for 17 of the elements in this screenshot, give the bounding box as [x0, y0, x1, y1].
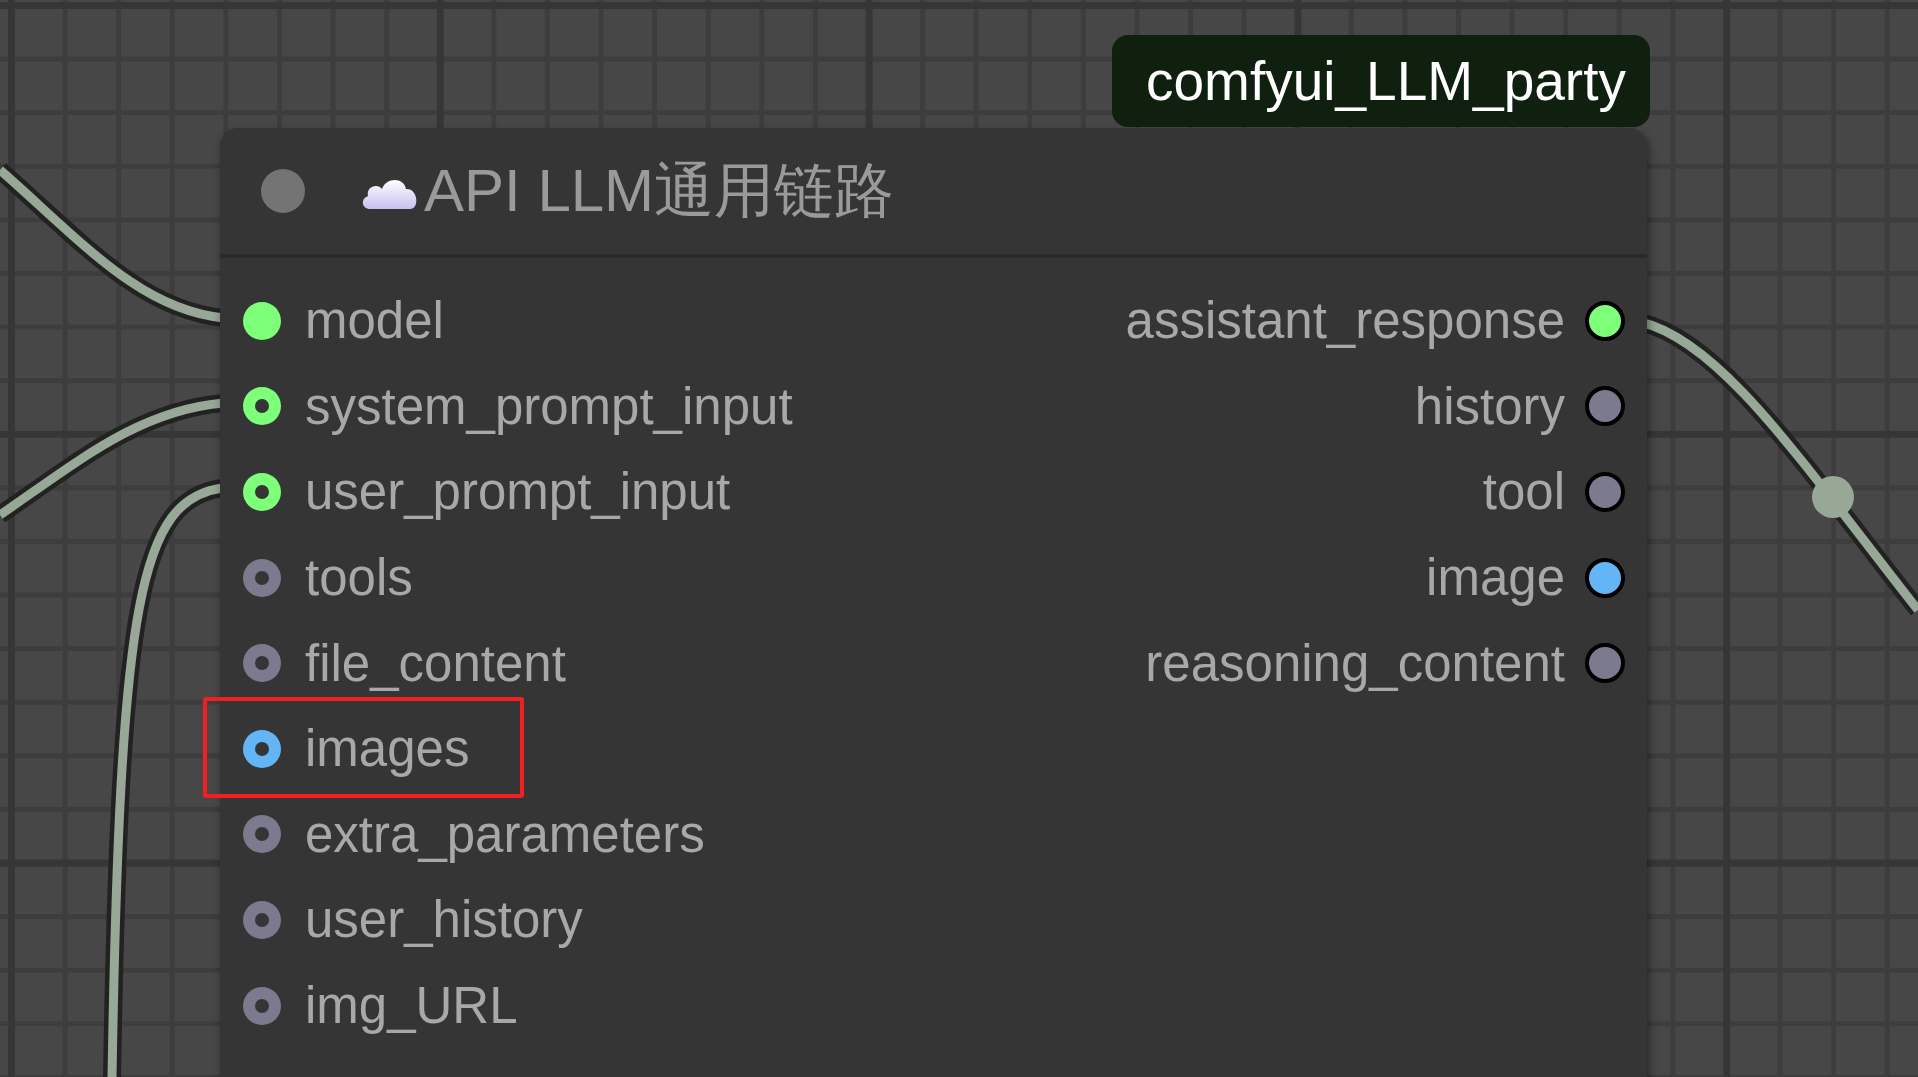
output-label: reasoning_content [1145, 633, 1565, 693]
input-label: extra_parameters [305, 804, 705, 864]
group-label: comfyui_LLM_party [1112, 35, 1650, 127]
input-label: tools [305, 548, 413, 608]
input-label: images [305, 719, 470, 779]
output-label: image [1426, 548, 1565, 608]
node-title: API LLM通用链路 [424, 155, 895, 226]
output-label: tool [1482, 462, 1565, 522]
node-card[interactable] [220, 128, 1647, 1077]
output-label: assistant_response [1125, 291, 1565, 351]
input-label: file_content [305, 633, 566, 693]
input-label: system_prompt_input [305, 376, 793, 436]
input-label: img_URL [305, 976, 518, 1036]
input-label: model [305, 291, 444, 351]
input-label: user_prompt_input [305, 462, 731, 522]
output-label: history [1414, 376, 1565, 436]
input-label: user_history [305, 890, 583, 950]
